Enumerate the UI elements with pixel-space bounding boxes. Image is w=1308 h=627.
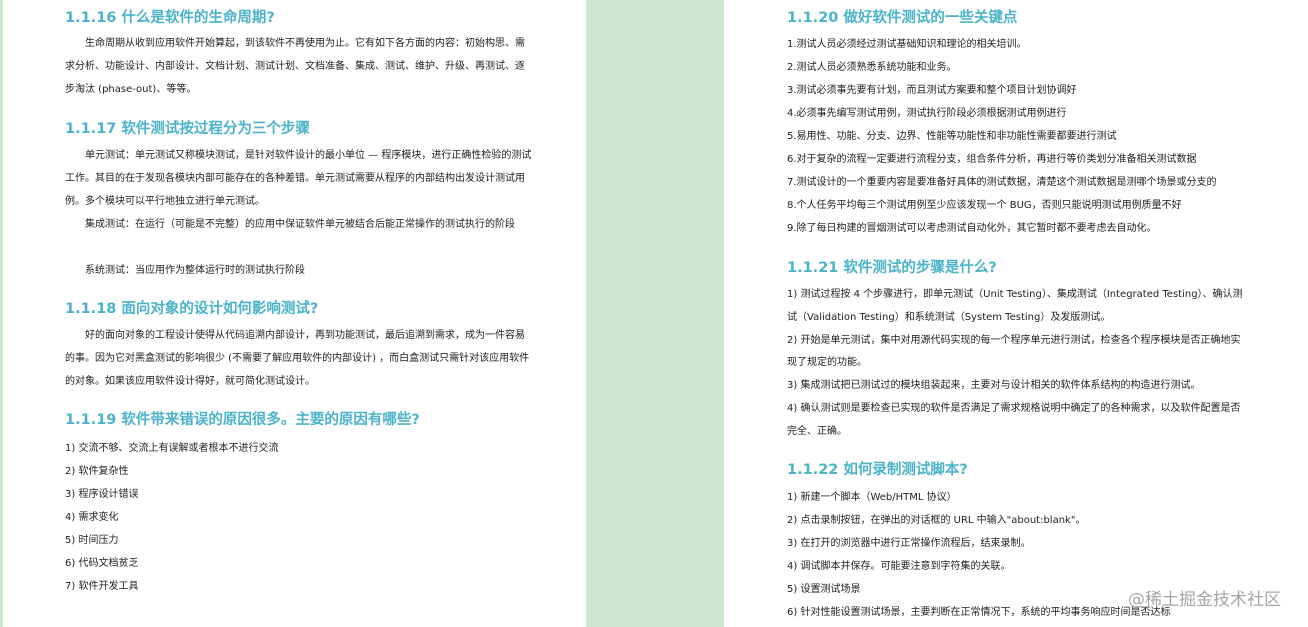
list-item: 5.易用性、功能、分支、边界、性能等功能性和非功能性需要都要进行测试: [787, 131, 1117, 142]
list-item: 6.对于复杂的流程一定要进行流程分支，组合条件分析，再进行等价类划分准备相关测试…: [787, 154, 1197, 165]
list-item: 1.测试人员必须经过测试基础知识和理论的相关培训。: [787, 39, 1027, 50]
list-item: 3) 程序设计错误: [65, 489, 139, 500]
test-steps-list: 1) 测试过程按 4 个步骤进行，即单元测试（Unit Testing）、集成测…: [787, 284, 1250, 444]
system-test-paragraph: 系统测试：当应用作为整体运行时的测试执行阶段: [85, 265, 305, 276]
section-1-1-19-title: 1.1.19 软件带来错误的原因很多。主要的原因有哪些?: [65, 412, 420, 428]
section-1-1-18-body: 好的面向对象的工程设计使得从代码追溯内部设计，再到功能测试，最后追溯到需求，成为…: [65, 330, 530, 387]
right-page: 1.1.20 做好软件测试的一些关键点 1.测试人员必须经过测试基础知识和理论的…: [724, 0, 1308, 627]
integration-test-paragraph: 集成测试：在运行（可能是不完整）的应用中保证软件单元被结合后能正常操作的测试执行…: [85, 219, 515, 230]
list-item: 2) 软件复杂性: [65, 466, 129, 477]
section-1-1-16-title: 1.1.16 什么是软件的生命周期?: [65, 10, 275, 26]
list-item: 5) 时间压力: [65, 535, 119, 546]
list-item: 4) 需求变化: [65, 512, 119, 523]
list-item: 9.除了每日构建的冒烟测试可以考虑测试自动化外，其它暂时都不要考虑去自动化。: [787, 223, 1157, 234]
left-page: 1.1.16 什么是软件的生命周期? 生命周期从收到应用软件开始算起，到该软件不…: [0, 0, 586, 627]
list-item: 3) 集成测试把已测试过的模块组装起来，主要对与设计相关的软件体系结构的构造进行…: [787, 380, 1201, 392]
list-item: 1) 测试过程按 4 个步骤进行，即单元测试（Unit Testing）、集成测…: [787, 289, 1243, 323]
list-item: 3.测试必须事先要有计划，而且测试方案要和整个项目计划协调好: [787, 85, 1077, 96]
key-points-list: 1.测试人员必须经过测试基础知识和理论的相关培训。 2.测试人员必须熟悉系统功能…: [787, 33, 1287, 240]
error-causes-list: 1) 交流不够、交流上有误解或者根本不进行交流 2) 软件复杂性 3) 程序设计…: [65, 437, 535, 598]
list-item: 2) 点击录制按钮，在弹出的对话框的 URL 中输入"about:blank"。: [787, 515, 1086, 526]
unit-test-paragraph: 单元测试：单元测试又称模块测试，是针对软件设计的最小单位 — 程序模块，进行正确…: [65, 150, 532, 207]
list-item: 1) 新建一个脚本（Web/HTML 协议）: [787, 492, 957, 503]
section-1-1-18-title: 1.1.18 面向对象的设计如何影响测试?: [65, 301, 319, 317]
list-item: 2.测试人员必须熟悉系统功能和业务。: [787, 62, 957, 73]
list-item: 7.测试设计的一个重要内容是要准备好具体的测试数据，清楚这个测试数据是测哪个场景…: [787, 177, 1217, 188]
list-item: 8.个人任务平均每三个测试用例至少应该发现一个 BUG，否则只能说明测试用例质量…: [787, 200, 1182, 211]
watermark: @稀土掘金技术社区: [1128, 590, 1281, 610]
list-item: 6) 代码文档贫乏: [65, 558, 139, 569]
list-item: 1) 交流不够、交流上有误解或者根本不进行交流: [65, 443, 279, 454]
section-1-1-21-title: 1.1.21 软件测试的步骤是什么?: [787, 260, 997, 276]
list-item: 4) 确认测试则是要检查已实现的软件是否满足了需求规格说明中确定了的各种需求，以…: [787, 402, 1241, 437]
page-gutter: [586, 0, 724, 627]
section-1-1-20-title: 1.1.20 做好软件测试的一些关键点: [787, 10, 1018, 26]
section-1-1-22-title: 1.1.22 如何录制测试脚本?: [787, 462, 968, 478]
section-1-1-16-body: 生命周期从收到应用软件开始算起，到该软件不再使用为止。它有如下各方面的内容：初始…: [65, 38, 525, 95]
list-item: 4) 调试脚本并保存。可能要注意到字符集的关联。: [787, 561, 1011, 572]
list-item: 2) 开始是单元测试，集中对用源代码实现的每一个程序单元进行测试，检查各个程序模…: [787, 334, 1241, 369]
list-item: 7) 软件开发工具: [65, 581, 139, 592]
list-item: 3) 在打开的浏览器中进行正常操作流程后，结束录制。: [787, 538, 1031, 549]
section-1-1-17-title: 1.1.17 软件测试按过程分为三个步骤: [65, 121, 310, 137]
list-item: 4.必须事先编写测试用例，测试执行阶段必须根据测试用例进行: [787, 108, 1067, 119]
